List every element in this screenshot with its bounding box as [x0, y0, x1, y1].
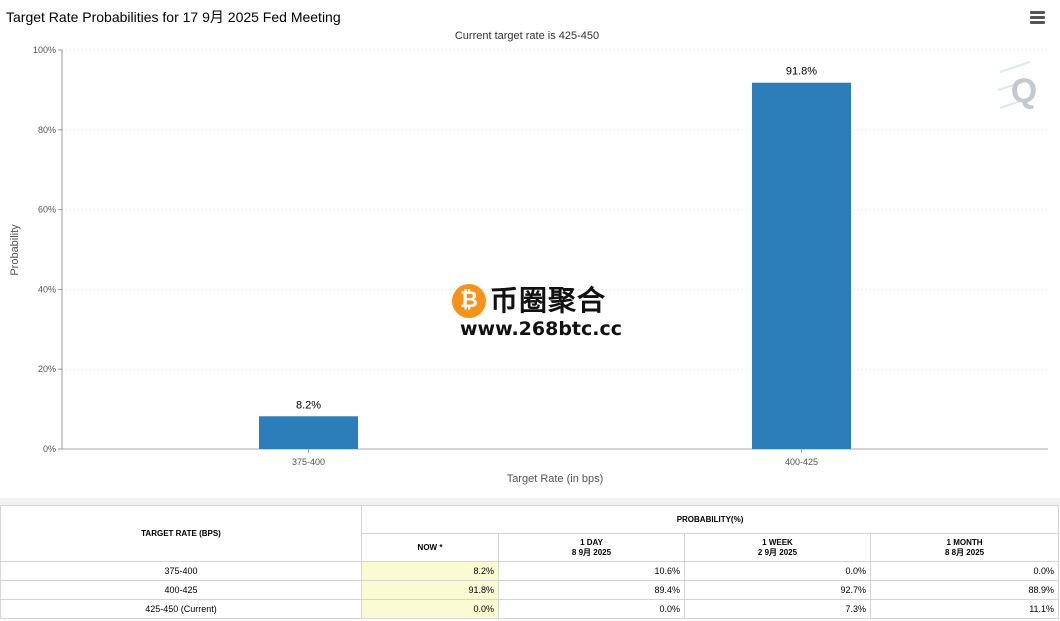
- table-row: 400-425 91.8% 89.4% 92.7% 88.9%: [0, 580, 1060, 600]
- probability-cell: 0.0%: [498, 599, 685, 619]
- rate-cell: 425-450 (Current): [0, 599, 362, 619]
- rate-cell: 400-425: [0, 580, 362, 600]
- bar-data-label: 91.8%: [786, 66, 817, 78]
- x-tick-label: 400-425: [785, 457, 818, 467]
- column-header-2: 1 WEEK 2 9月 2025: [684, 533, 871, 562]
- column-label: 1 WEEK: [762, 537, 793, 547]
- watermark-name: 币圈聚合: [490, 284, 607, 317]
- column-date: 8 8月 2025: [944, 547, 985, 557]
- probability-header: PROBABILITY(%): [360, 505, 1060, 534]
- column-date: 2 9月 2025: [757, 547, 798, 557]
- probability-cell: 10.6%: [498, 561, 685, 581]
- probability-cell: 89.4%: [498, 580, 685, 600]
- table-row: 375-400 8.2% 10.6% 0.0% 0.0%: [0, 561, 1060, 581]
- chart-panel: Target Rate Probabilities for 17 9月 2025…: [0, 0, 1060, 498]
- y-tick-label: 20%: [38, 364, 56, 374]
- probability-cell: 0.0%: [361, 599, 499, 619]
- table-row: 425-450 (Current) 0.0% 0.0% 7.3% 11.1%: [0, 599, 1060, 619]
- svg-text:Q: Q: [1011, 72, 1037, 110]
- bar-data-label: 8.2%: [296, 399, 321, 411]
- bitcoin-coin-icon: ₿: [452, 284, 486, 318]
- y-tick-label: 60%: [38, 205, 56, 215]
- y-tick-label: 100%: [33, 45, 56, 55]
- bar-400-425[interactable]: [752, 82, 851, 449]
- watermark-url: www.268btc.cc: [460, 318, 623, 340]
- chart-subtitle: Current target rate is 425-450: [455, 30, 599, 42]
- x-axis-label: Target Rate (in bps): [507, 473, 604, 485]
- bar-chart: Current target rate is 425-450 0% 20% 40% 6…: [9, 30, 1048, 485]
- probability-cell: 91.8%: [361, 580, 499, 600]
- column-label: NOW *: [417, 542, 443, 552]
- column-label: 1 MONTH: [946, 537, 983, 547]
- y-tick-label: 0%: [43, 444, 56, 454]
- rate-cell: 375-400: [0, 561, 362, 581]
- column-label: 1 DAY: [580, 537, 603, 547]
- target-rate-header: TARGET RATE (BPS): [0, 505, 362, 562]
- probability-cell: 0.0%: [684, 561, 871, 581]
- probability-cell: 88.9%: [869, 580, 1060, 600]
- y-axis-label: Probability: [9, 224, 21, 276]
- probability-table-panel: TARGET RATE (BPS) PROBABILITY(%) NOW * 1 …: [0, 505, 1060, 621]
- x-tick-label: 375-400: [292, 457, 325, 467]
- y-tick-label: 40%: [38, 284, 56, 294]
- probability-cell: 92.7%: [684, 580, 871, 600]
- column-header-0: NOW *: [361, 533, 499, 562]
- column-header-1: 1 DAY 8 9月 2025: [498, 533, 685, 562]
- watermark: ₿ 币圈聚合 www.268btc.cc: [450, 282, 623, 342]
- probability-cell: 0.0%: [869, 561, 1060, 581]
- probability-cell: 8.2%: [361, 561, 499, 581]
- corner-logo-icon: Q: [997, 61, 1037, 110]
- column-header-3: 1 MONTH 8 8月 2025: [869, 533, 1060, 562]
- y-tick-label: 80%: [38, 125, 56, 135]
- column-date: 8 9月 2025: [571, 547, 612, 557]
- probability-cell: 11.1%: [869, 599, 1060, 619]
- bar-375-400[interactable]: [259, 416, 358, 449]
- probability-cell: 7.3%: [684, 599, 871, 619]
- probability-table: TARGET RATE (BPS) PROBABILITY(%) NOW * 1 …: [0, 505, 1060, 619]
